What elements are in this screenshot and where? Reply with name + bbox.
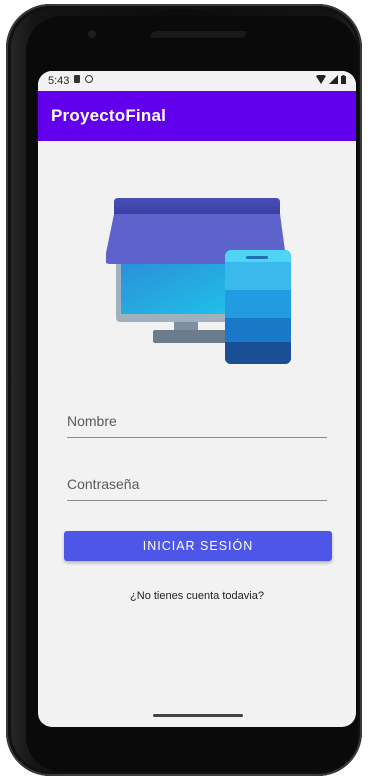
- earpiece-speaker: [148, 31, 249, 38]
- signal-icon: [329, 75, 338, 84]
- sync-icon: [85, 75, 93, 83]
- name-input[interactable]: [67, 407, 327, 435]
- register-link[interactable]: ¿No tienes cuenta todavia?: [38, 590, 356, 602]
- status-notifications: [74, 75, 93, 83]
- desktop-and-phone-icon: [106, 198, 291, 364]
- password-input[interactable]: [67, 470, 327, 498]
- phone-screen: 5:43 ProyectoFinal Nombre INICIAR SESIÓN…: [38, 71, 356, 727]
- app-title: ProyectoFinal: [51, 106, 167, 125]
- app-bar: ProyectoFinal: [38, 91, 356, 141]
- password-field[interactable]: [67, 470, 327, 501]
- gesture-nav-handle[interactable]: [153, 714, 243, 717]
- name-field[interactable]: [67, 407, 327, 438]
- status-system-icons: [316, 75, 346, 84]
- sim-card-icon: [74, 75, 80, 83]
- status-time: 5:43: [48, 75, 70, 87]
- device-frame: 5:43 ProyectoFinal Nombre INICIAR SESIÓN…: [6, 4, 362, 776]
- login-button[interactable]: INICIAR SESIÓN: [64, 531, 332, 561]
- battery-icon: [341, 75, 346, 84]
- front-camera: [86, 28, 98, 40]
- wifi-icon: [316, 75, 326, 84]
- status-bar: 5:43: [38, 71, 356, 91]
